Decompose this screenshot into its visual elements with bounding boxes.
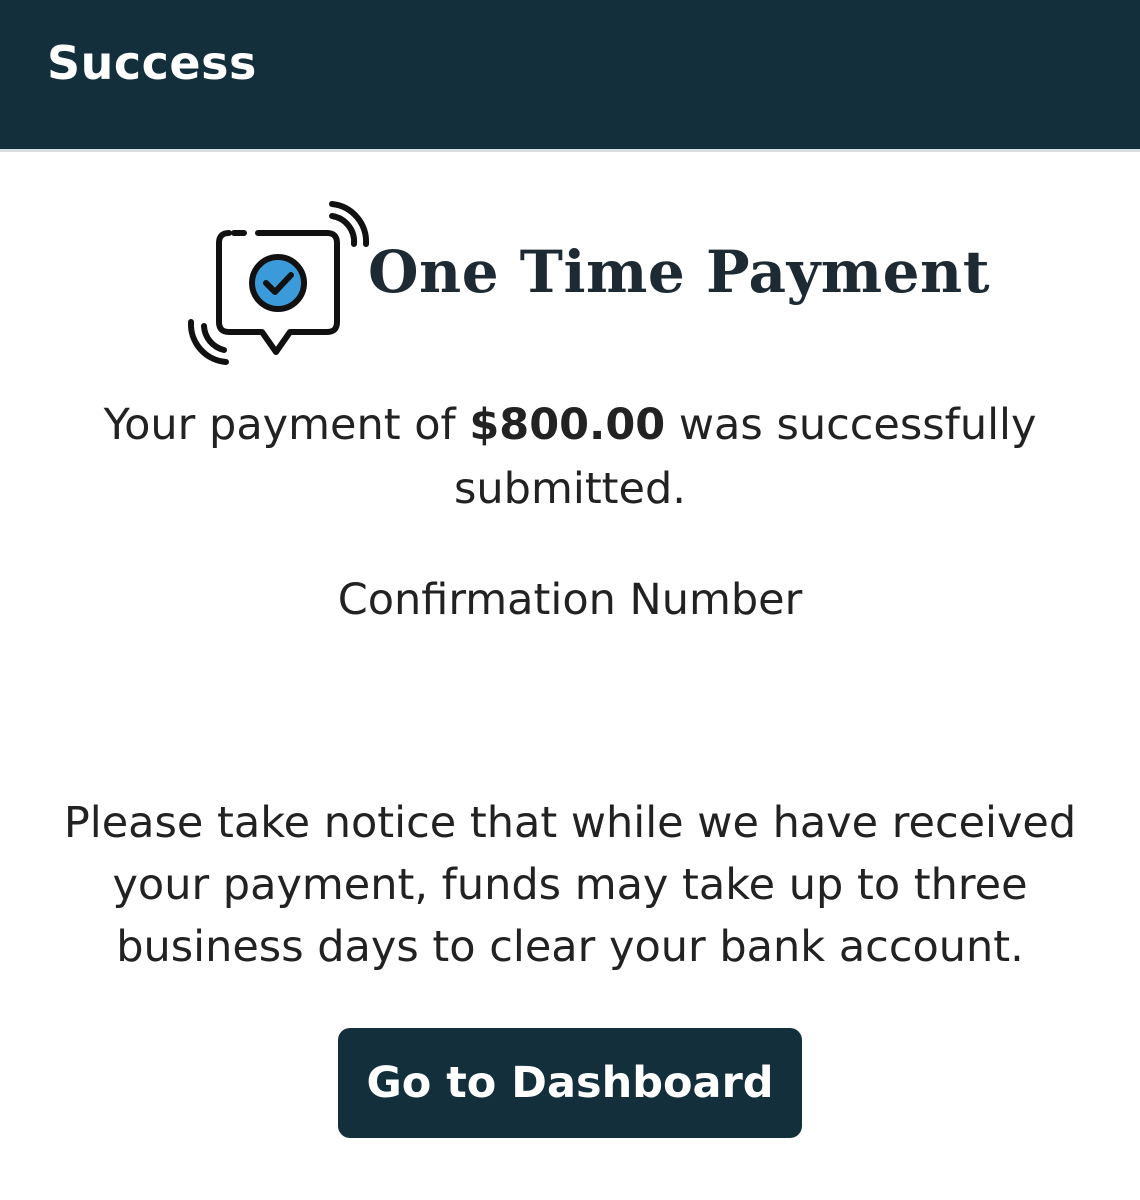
payment-amount: $800.00 — [469, 400, 666, 450]
message-prefix: Your payment of — [103, 400, 470, 450]
processing-notice: Please take notice that while we have re… — [63, 798, 1077, 972]
payment-logo: One Time Payment — [0, 196, 1140, 376]
confirmation-number-label: Confirmation Number — [337, 575, 803, 625]
payment-confirmation-message: Your payment of $800.00 was successfully… — [70, 393, 1070, 521]
confirmation-number-value — [420, 660, 720, 730]
check-message-icon — [187, 201, 370, 365]
page-title: Success — [47, 36, 257, 90]
go-to-dashboard-button[interactable]: Go to Dashboard — [338, 1028, 802, 1138]
header-bar: Success — [0, 0, 1140, 152]
success-page: Success One Time Payment Your payment of… — [0, 0, 1140, 1200]
payment-type-title: One Time Payment — [368, 238, 991, 306]
